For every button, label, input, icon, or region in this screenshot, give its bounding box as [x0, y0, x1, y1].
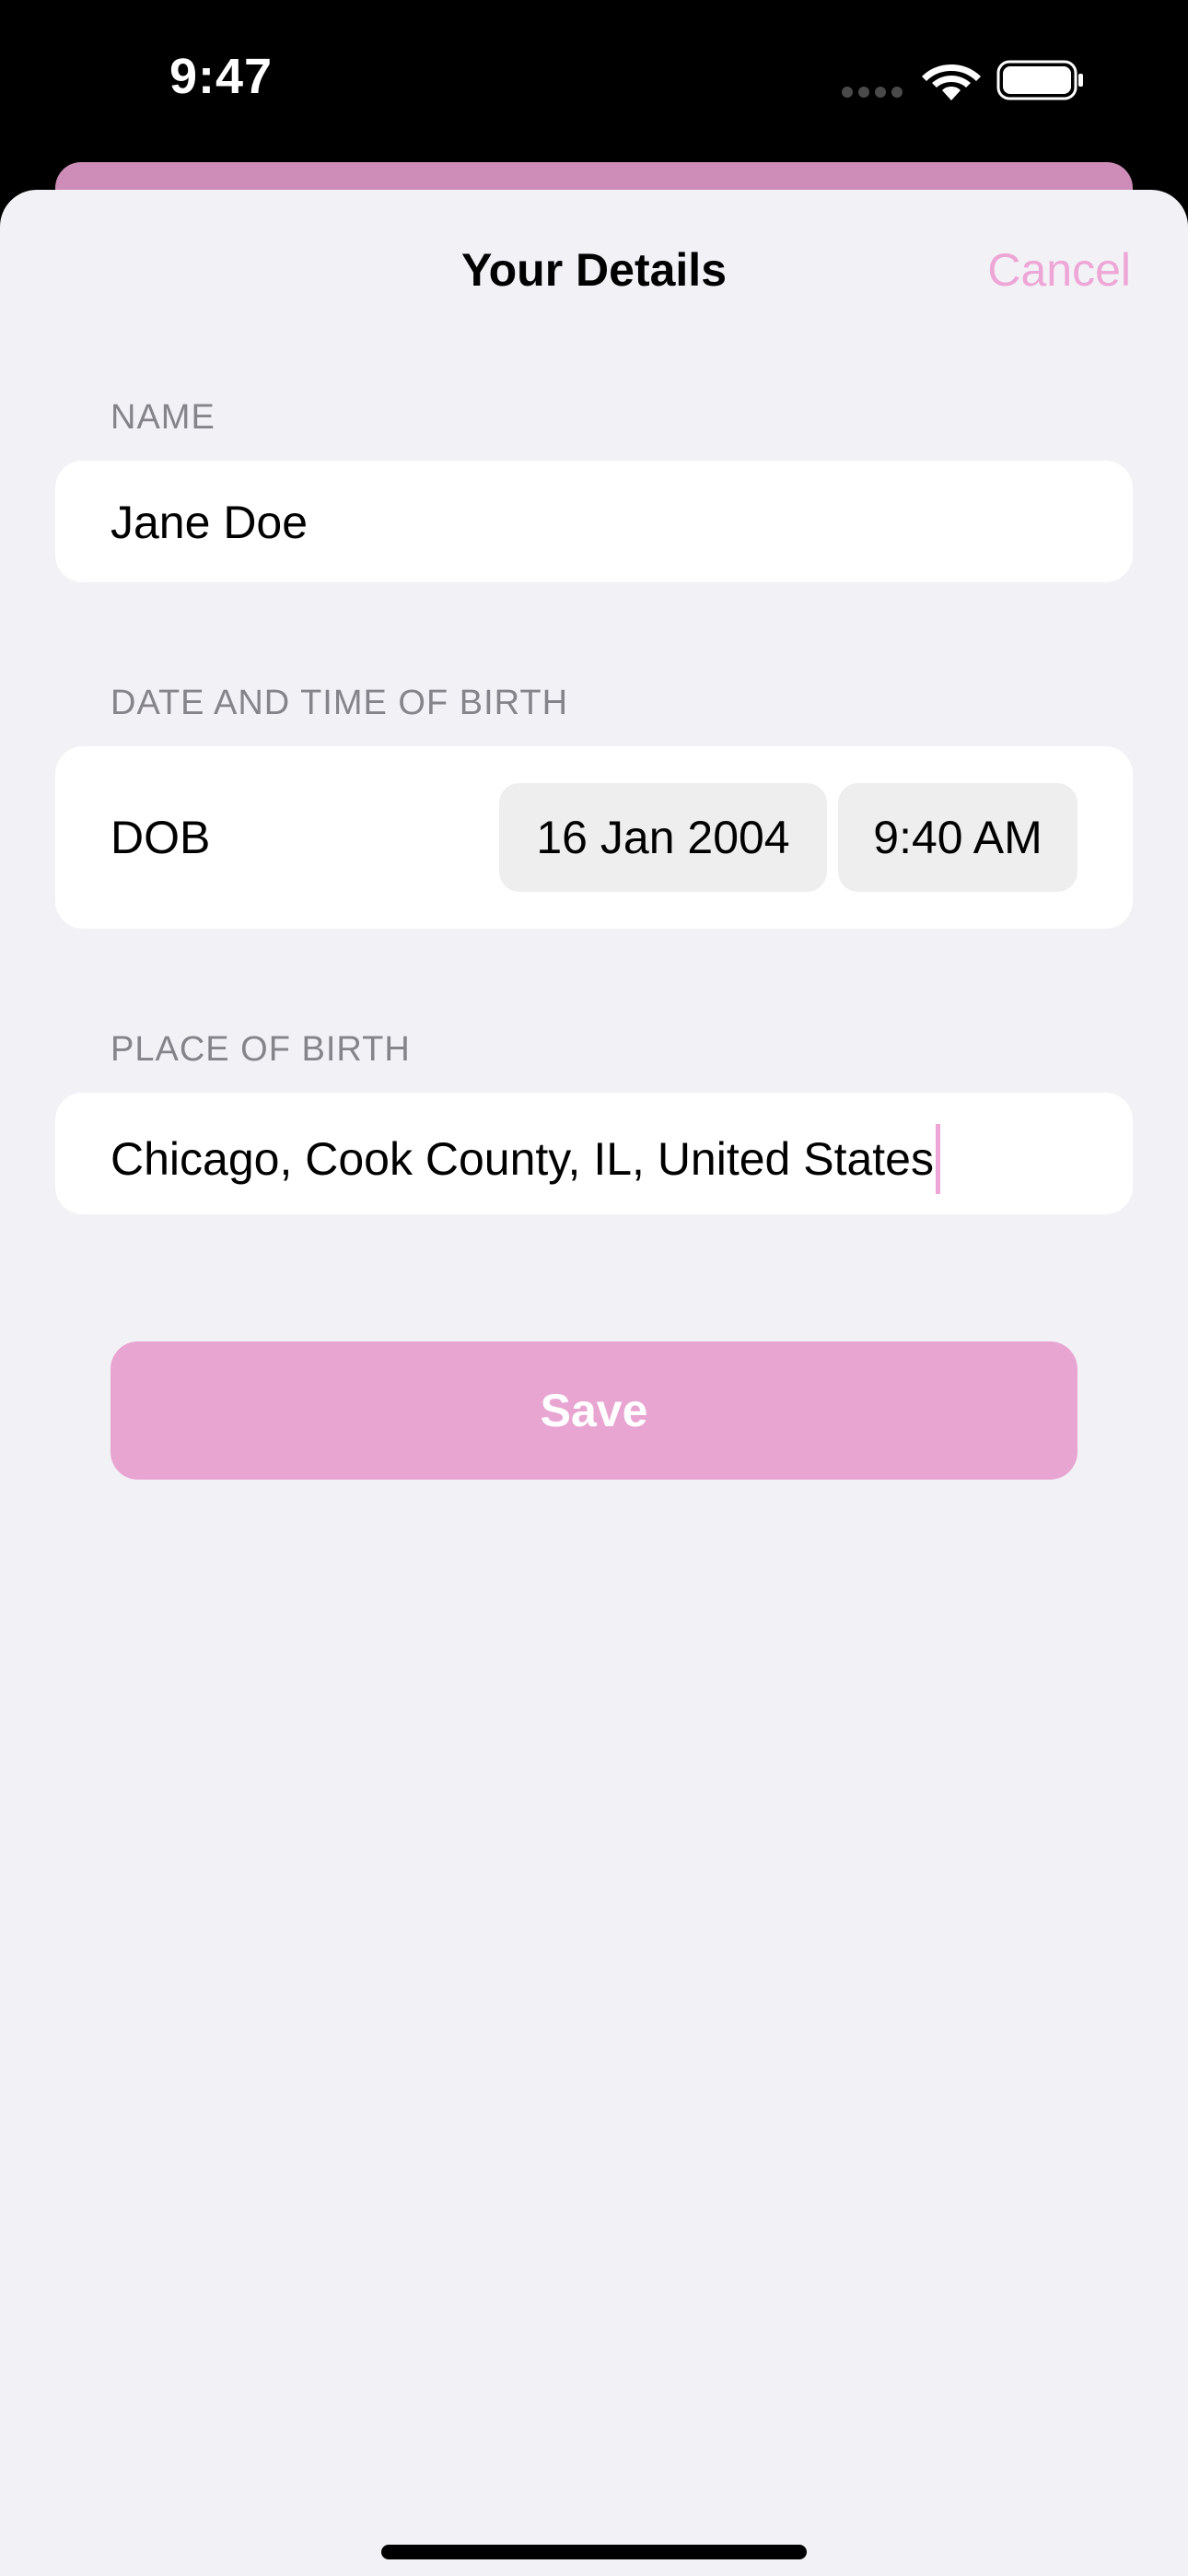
date-picker-button[interactable]: 16 Jan 2004	[499, 783, 827, 892]
name-field-value: Jane Doe	[111, 497, 309, 548]
dob-label: DOB	[111, 812, 211, 863]
name-field[interactable]: Jane Doe	[55, 461, 1133, 582]
time-picker-button[interactable]: 9:40 AM	[838, 783, 1077, 892]
dob-row: DOB 16 Jan 2004 9:40 AM	[55, 746, 1133, 929]
name-section-label: NAME	[111, 398, 215, 437]
place-of-birth-line: Chicago, Cook County, IL, United States	[111, 1124, 940, 1198]
save-button[interactable]: Save	[111, 1341, 1077, 1480]
status-time: 9:47	[169, 49, 274, 104]
wifi-icon	[922, 64, 981, 100]
battery-full-icon	[996, 60, 1083, 100]
birth-section-label: DATE AND TIME OF BIRTH	[111, 684, 569, 722]
text-cursor	[936, 1124, 940, 1194]
home-indicator[interactable]	[381, 2545, 807, 2559]
time-picker-value: 9:40 AM	[873, 812, 1042, 863]
status-bar: 9:47	[0, 0, 1188, 164]
cellular-signal-icon	[842, 87, 903, 98]
save-button-label: Save	[540, 1385, 648, 1436]
details-sheet: Your Details Cancel NAME Jane Doe DATE A…	[0, 190, 1188, 2576]
place-of-birth-field[interactable]: Chicago, Cook County, IL, United States	[55, 1093, 1133, 1214]
place-of-birth-value: Chicago, Cook County, IL, United States	[111, 1133, 934, 1186]
date-picker-value: 16 Jan 2004	[536, 812, 790, 863]
place-section-label: PLACE OF BIRTH	[111, 1030, 411, 1069]
cancel-button[interactable]: Cancel	[987, 243, 1131, 297]
